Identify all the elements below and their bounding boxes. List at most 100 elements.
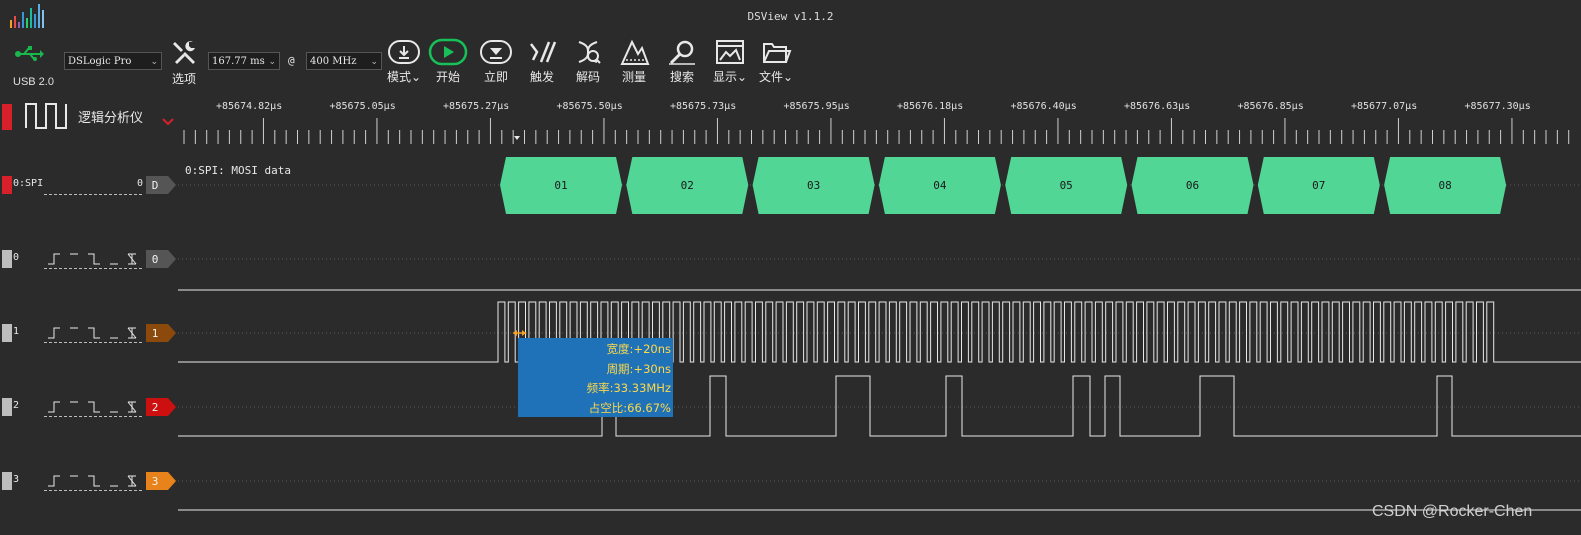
channel-tag[interactable]: 2	[146, 398, 178, 416]
measure-icon	[620, 39, 650, 65]
ruler-label: +85676.63μs	[1124, 101, 1191, 112]
ruler-label: +85676.85μs	[1237, 101, 1304, 112]
sample-rate-select[interactable]: 400 MHz ⌄	[306, 52, 382, 70]
measurement-tooltip: 宽度:+20ns 周期:+30ns 频率:33.33MHz 占空比:66.67%	[518, 338, 673, 417]
channel-marker[interactable]	[2, 398, 12, 416]
play-icon	[428, 38, 468, 66]
measure-frequency: 频率:33.33MHz	[586, 381, 671, 395]
trigger-type-icons[interactable]	[46, 252, 142, 266]
duration-select-value: 167.77 ms	[212, 56, 265, 67]
measure-duty: 占空比:66.67%	[588, 400, 671, 415]
measure-width: 宽度:+20ns	[606, 342, 671, 356]
at-symbol: @	[288, 54, 295, 67]
chevron-down-icon: ⌄	[410, 70, 422, 84]
channel-name: 0:SPI	[13, 178, 44, 189]
ruler-label: +85675.50μs	[556, 101, 623, 112]
channel-name: 3	[13, 474, 20, 485]
channel-marker[interactable]	[2, 176, 12, 194]
start-label: 开始	[435, 70, 460, 84]
mode-button[interactable]: 模式⌄	[380, 38, 428, 85]
file-label: 文件	[758, 70, 783, 84]
channel-tag-label: 0	[152, 253, 159, 266]
cursor-marker-icon[interactable]	[514, 136, 520, 140]
ruler-label: +85677.30μs	[1464, 101, 1531, 112]
channel-marker[interactable]	[2, 472, 12, 490]
search-label: 搜索	[669, 70, 694, 84]
channel-tag[interactable]: D	[146, 176, 178, 194]
chevron-down-icon: ⌄	[268, 57, 276, 67]
instant-icon	[480, 40, 512, 64]
chevron-down-icon: ⌄	[150, 57, 158, 67]
usb-label: USB 2.0	[13, 76, 54, 88]
mode-label: 模式	[386, 70, 411, 84]
sample-rate-select-value: 400 MHz	[310, 56, 357, 67]
decoded-byte-value: 05	[1060, 179, 1073, 192]
usb-icon	[15, 46, 44, 61]
measure-label: 测量	[621, 70, 646, 84]
search-button[interactable]: 搜索	[658, 38, 706, 85]
channel-marker[interactable]	[2, 324, 12, 342]
clock-waveform	[178, 301, 1581, 363]
channel-divider	[44, 268, 142, 269]
trigger-icon	[530, 41, 557, 63]
display-label: 显示	[712, 70, 737, 84]
channel-divider	[44, 416, 142, 417]
decoded-byte-value: 07	[1312, 179, 1325, 192]
decoded-byte-value: 04	[933, 179, 947, 192]
measure-button[interactable]: 测量	[610, 38, 658, 85]
dna-icon	[578, 41, 601, 64]
ruler-label: +85677.07μs	[1351, 101, 1418, 112]
decode-button[interactable]: 解码	[564, 38, 612, 85]
channel-tag[interactable]: 3	[146, 472, 178, 490]
display-button[interactable]: 显示⌄	[706, 38, 754, 85]
channel-name: 0	[13, 252, 20, 263]
waveform-area[interactable]: 01 02 03 04 05 06 07 08	[0, 150, 1581, 535]
wrench-icon	[173, 41, 195, 64]
channel-tag-label: 2	[152, 401, 159, 414]
trigger-type-icons[interactable]	[46, 326, 142, 340]
ruler-label: +85675.73μs	[670, 101, 737, 112]
display-icon	[716, 40, 744, 64]
trigger-type-icons[interactable]	[46, 474, 142, 488]
trigger-type-icons[interactable]	[46, 400, 142, 414]
channel-marker[interactable]	[2, 250, 12, 268]
search-icon	[669, 40, 695, 65]
decoded-byte-value: 03	[807, 179, 820, 192]
ruler-label: +85676.40μs	[1010, 101, 1077, 112]
decoder-row-title: 0:SPI: MOSI data	[185, 164, 291, 177]
logic-analyzer-icon	[25, 103, 67, 129]
download-icon	[388, 40, 420, 64]
decoded-byte-value: 02	[681, 179, 694, 192]
folder-icon	[763, 43, 792, 63]
panel-title: 逻辑分析仪	[78, 111, 144, 126]
ruler-label: +85674.82μs	[216, 101, 283, 112]
channel-tag-label: 1	[152, 327, 159, 340]
channel-divider	[44, 490, 142, 491]
start-button[interactable]: 开始	[424, 38, 472, 85]
window-title: DSView v1.1.2	[747, 10, 834, 23]
device-select[interactable]: DSLogic Pro ⌄	[64, 52, 162, 70]
channel-divider	[44, 342, 142, 343]
options-button[interactable]: 选项	[160, 38, 208, 87]
decode-label: 解码	[575, 70, 600, 84]
panel-dropdown-icon[interactable]	[162, 118, 174, 126]
instant-button[interactable]: 立即	[472, 38, 520, 85]
channel-name: 1	[13, 326, 20, 337]
ruler-label: +85675.95μs	[783, 101, 850, 112]
chevron-down-icon: ⌄	[782, 70, 794, 84]
channel-divider	[44, 194, 142, 195]
channel-tag-label: 3	[152, 475, 159, 488]
measure-period: 周期:+30ns	[606, 361, 671, 376]
channel-tag[interactable]: 1	[146, 324, 178, 342]
channel-tag-label: D	[152, 179, 159, 192]
watermark: CSDN @Rocker-Chen	[1372, 503, 1533, 520]
channel-tag[interactable]: 0	[146, 250, 178, 268]
ruler-label: +85675.05μs	[329, 101, 396, 112]
data-waveform	[178, 375, 1581, 437]
device-select-value: DSLogic Pro	[68, 56, 132, 67]
app-logo-icon	[10, 4, 44, 28]
trigger-button[interactable]: 触发	[518, 38, 566, 85]
chevron-down-icon: ⌄	[736, 70, 748, 84]
file-button[interactable]: 文件⌄	[752, 38, 800, 85]
duration-select[interactable]: 167.77 ms ⌄	[208, 52, 280, 70]
